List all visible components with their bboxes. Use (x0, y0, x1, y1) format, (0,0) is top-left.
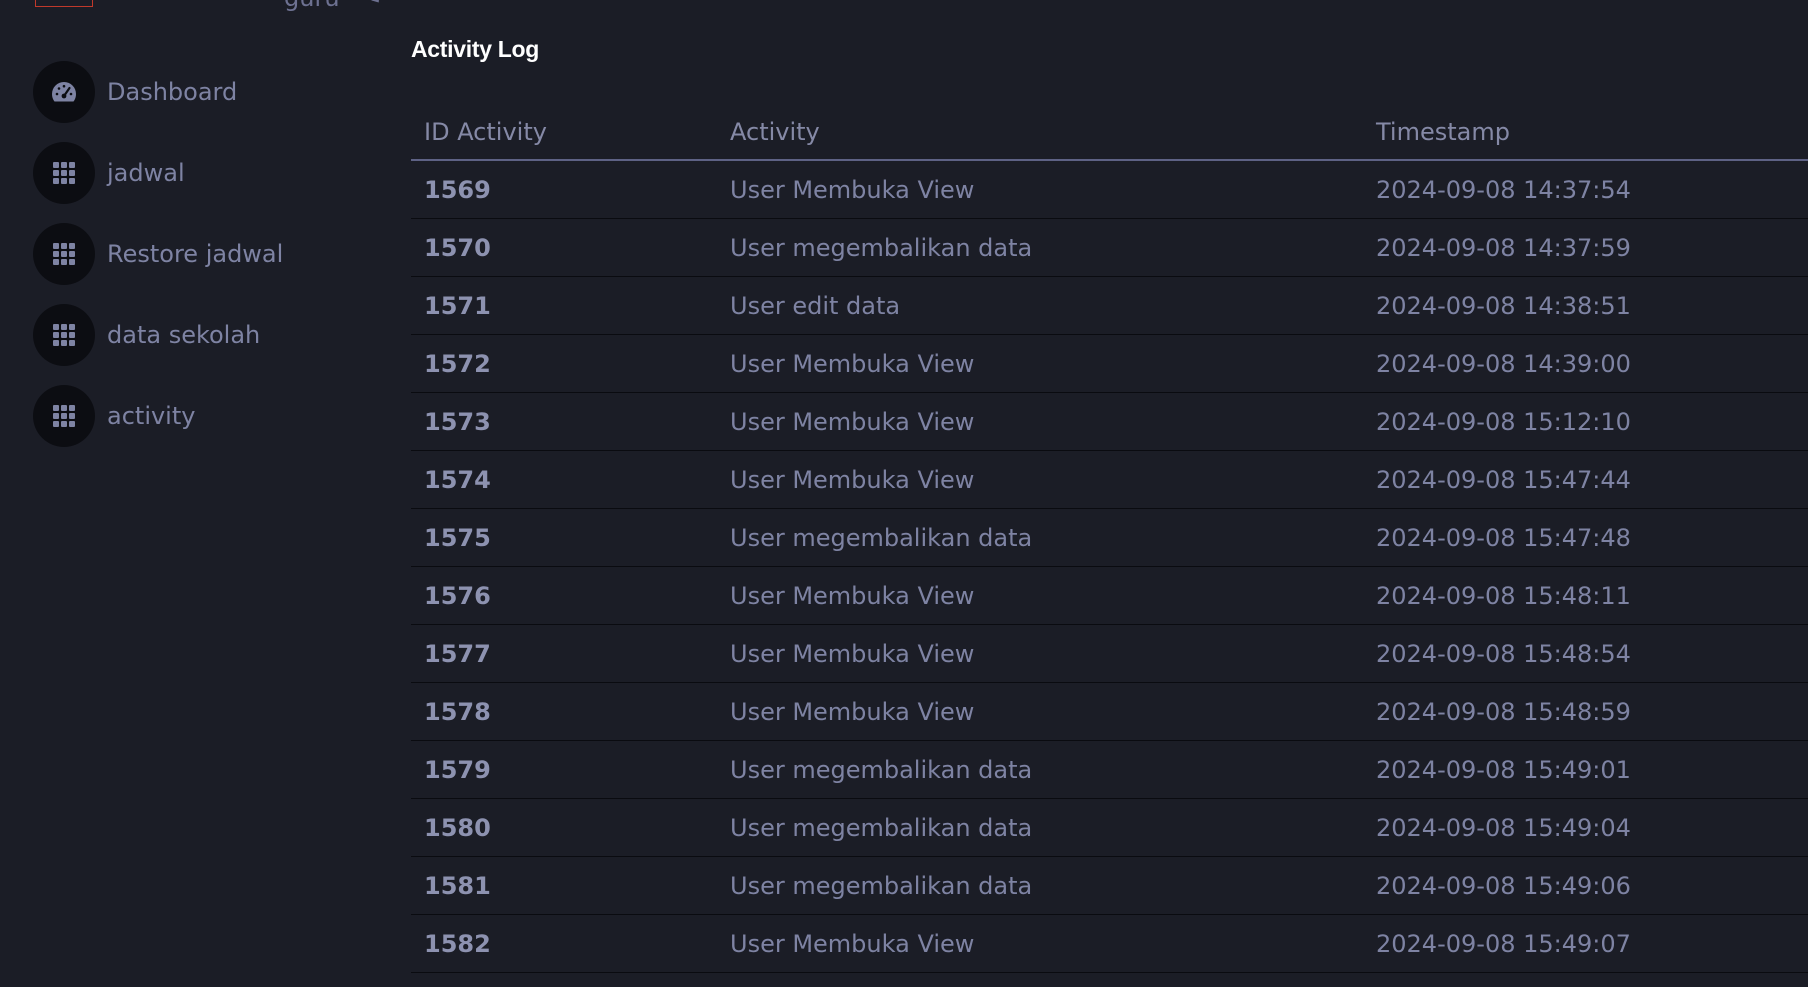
cell-id: 1571 (411, 276, 717, 335)
cell-timestamp: 2024-09-08 15:49:01 (1363, 740, 1808, 799)
cell-activity: User Membuka View (717, 682, 1363, 741)
table-row[interactable]: 1569 User Membuka View 2024-09-08 14:37:… (411, 160, 1808, 219)
cell-id: 1579 (411, 740, 717, 799)
sidebar-item-restore-jadwal[interactable]: Restore jadwal (33, 223, 283, 285)
column-header-id[interactable]: ID Activity (411, 104, 717, 161)
cell-id: 1577 (411, 624, 717, 683)
sidebar-item-label: activity (107, 402, 196, 430)
activity-table: ID Activity Activity Timestamp 1569 User… (411, 104, 1808, 973)
cell-activity: User megembalikan data (717, 218, 1363, 277)
cell-id: 1572 (411, 334, 717, 393)
table-row[interactable]: 1581 User megembalikan data 2024-09-08 1… (411, 856, 1808, 915)
cell-activity: User Membuka View (717, 914, 1363, 973)
cell-activity: User megembalikan data (717, 798, 1363, 857)
table-row[interactable]: 1574 User Membuka View 2024-09-08 15:47:… (411, 450, 1808, 509)
column-header-activity[interactable]: Activity (717, 104, 1363, 161)
cell-activity: User Membuka View (717, 392, 1363, 451)
sidebar-item-data-sekolah[interactable]: data sekolah (33, 304, 260, 366)
page-title: Activity Log (411, 36, 540, 62)
cell-timestamp: 2024-09-08 15:48:54 (1363, 624, 1808, 683)
app-page: guru Dashboard (0, 0, 1808, 987)
sidebar-item-label: Dashboard (107, 78, 238, 106)
table-row[interactable]: 1571 User edit data 2024-09-08 14:38:51 (411, 276, 1808, 335)
table-row[interactable]: 1582 User Membuka View 2024-09-08 15:49:… (411, 914, 1808, 973)
sidebar-item-label: jadwal (107, 159, 185, 187)
cell-activity: User edit data (717, 276, 1363, 335)
column-header-timestamp[interactable]: Timestamp (1363, 104, 1808, 161)
table-row[interactable]: 1579 User megembalikan data 2024-09-08 1… (411, 740, 1808, 799)
sidebar-item-label: data sekolah (107, 321, 261, 349)
gauge-icon (33, 61, 95, 123)
cell-timestamp: 2024-09-08 14:37:54 (1363, 160, 1808, 219)
table-row[interactable]: 1572 User Membuka View 2024-09-08 14:39:… (411, 334, 1808, 393)
cell-activity: User Membuka View (717, 334, 1363, 393)
cell-activity: User Membuka View (717, 566, 1363, 625)
cell-id: 1580 (411, 798, 717, 857)
cell-timestamp: 2024-09-08 15:48:11 (1363, 566, 1808, 625)
cell-id: 1578 (411, 682, 717, 741)
cell-timestamp: 2024-09-08 14:38:51 (1363, 276, 1808, 335)
table-row[interactable]: 1573 User Membuka View 2024-09-08 15:12:… (411, 392, 1808, 451)
table-row[interactable]: 1575 User megembalikan data 2024-09-08 1… (411, 508, 1808, 567)
cell-id: 1576 (411, 566, 717, 625)
cell-activity: User Membuka View (717, 160, 1363, 219)
grid-icon (33, 142, 95, 204)
cell-id: 1569 (411, 160, 717, 219)
cell-timestamp: 2024-09-08 15:48:59 (1363, 682, 1808, 741)
table-row[interactable]: 1578 User Membuka View 2024-09-08 15:48:… (411, 682, 1808, 741)
cell-activity: User megembalikan data (717, 740, 1363, 799)
sidebar: Dashboard jadwal Restore jadwal data sek… (0, 0, 380, 987)
cell-timestamp: 2024-09-08 15:12:10 (1363, 392, 1808, 451)
cell-id: 1573 (411, 392, 717, 451)
cell-activity: User Membuka View (717, 624, 1363, 683)
cell-activity: User megembalikan data (717, 508, 1363, 567)
cell-timestamp: 2024-09-08 14:39:00 (1363, 334, 1808, 393)
cell-activity: User megembalikan data (717, 856, 1363, 915)
cell-id: 1581 (411, 856, 717, 915)
cell-id: 1574 (411, 450, 717, 509)
table-row[interactable]: 1570 User megembalikan data 2024-09-08 1… (411, 218, 1808, 277)
cell-timestamp: 2024-09-08 14:37:59 (1363, 218, 1808, 277)
sidebar-item-jadwal[interactable]: jadwal (33, 142, 185, 204)
cell-id: 1582 (411, 914, 717, 973)
cell-timestamp: 2024-09-08 15:49:04 (1363, 798, 1808, 857)
sidebar-item-dashboard[interactable]: Dashboard (33, 61, 237, 123)
cell-timestamp: 2024-09-08 15:47:44 (1363, 450, 1808, 509)
table-header-row: ID Activity Activity Timestamp (411, 104, 1808, 161)
sidebar-item-activity[interactable]: activity (33, 385, 195, 447)
cell-timestamp: 2024-09-08 15:49:06 (1363, 856, 1808, 915)
main-content: Activity Log ID Activity Activity Timest… (411, 0, 1808, 987)
cell-timestamp: 2024-09-08 15:47:48 (1363, 508, 1808, 567)
sidebar-item-label: Restore jadwal (107, 240, 284, 268)
grid-icon (33, 385, 95, 447)
table-row[interactable]: 1580 User megembalikan data 2024-09-08 1… (411, 798, 1808, 857)
grid-icon (33, 223, 95, 285)
cell-timestamp: 2024-09-08 15:49:07 (1363, 914, 1808, 973)
cell-activity: User Membuka View (717, 450, 1363, 509)
grid-icon (33, 304, 95, 366)
table-row[interactable]: 1576 User Membuka View 2024-09-08 15:48:… (411, 566, 1808, 625)
table-row[interactable]: 1577 User Membuka View 2024-09-08 15:48:… (411, 624, 1808, 683)
cell-id: 1570 (411, 218, 717, 277)
cell-id: 1575 (411, 508, 717, 567)
